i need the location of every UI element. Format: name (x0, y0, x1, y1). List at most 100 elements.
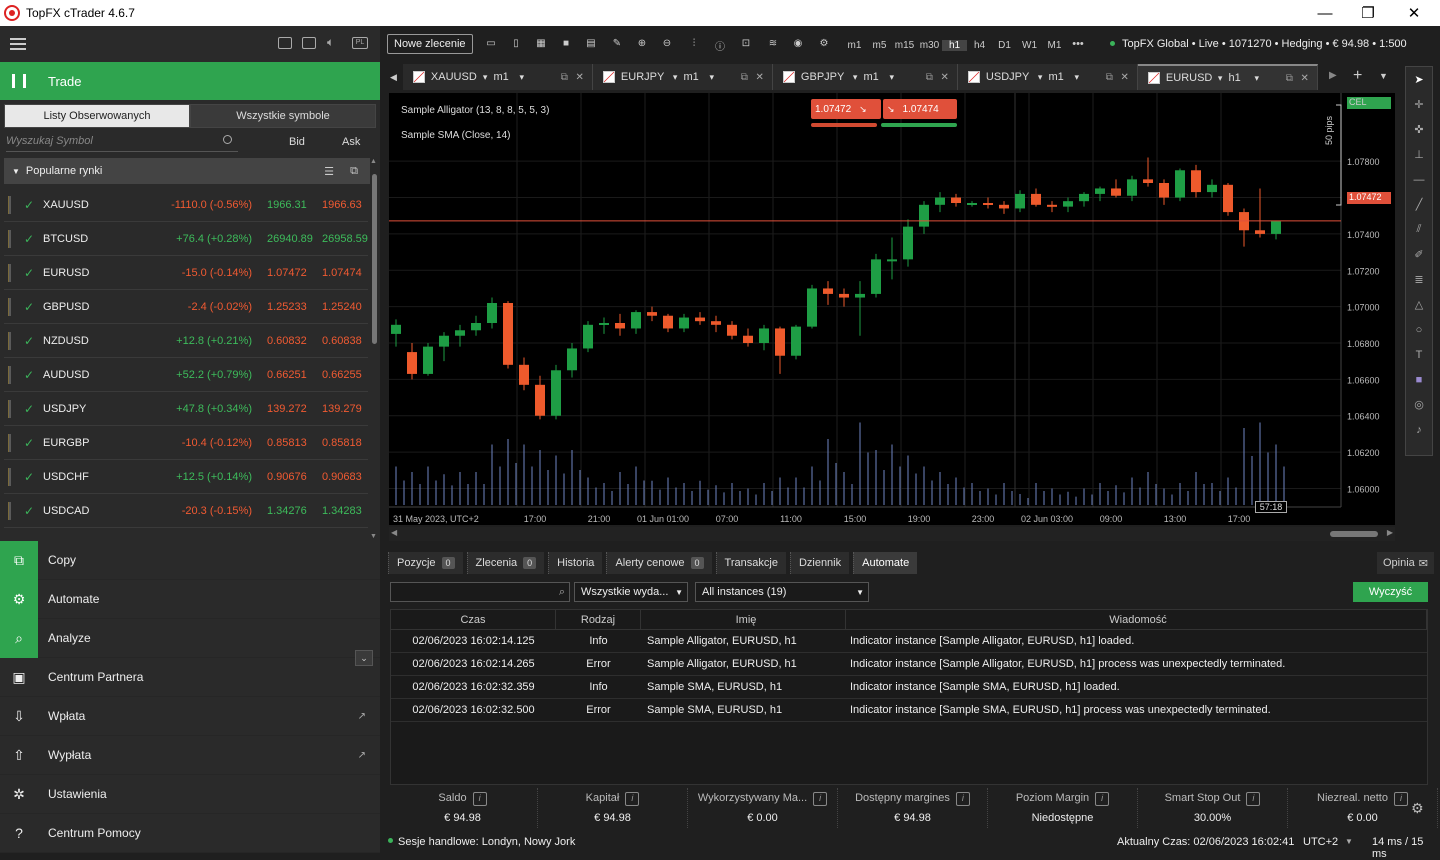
timeframe-m5[interactable]: m5 (867, 40, 892, 51)
chart-tab-timeframe[interactable]: m1 (863, 71, 889, 83)
robot-icon[interactable]: ⊡ (739, 38, 753, 50)
nav-copy[interactable]: ⧉ Copy (0, 540, 380, 580)
instances-select[interactable]: All instances (19) ▼ (695, 582, 869, 602)
ask-price[interactable]: 1.34283 (322, 505, 362, 517)
log-search-icon[interactable]: ⌕ (559, 586, 565, 599)
close-tab-icon[interactable]: ✕ (576, 72, 584, 83)
tab-scroll-left-icon[interactable]: ◀ (382, 64, 403, 90)
check-icon[interactable]: ✓ (24, 300, 34, 314)
timeframe-m30[interactable]: m30 (917, 40, 942, 51)
brush-icon[interactable]: ✐ (1406, 242, 1432, 267)
check-icon[interactable]: ✓ (24, 402, 34, 416)
add-chart-icon[interactable]: + (1353, 67, 1362, 85)
close-tab-icon[interactable]: ✕ (756, 72, 764, 83)
sell-button[interactable]: 1.07472 ↘ (811, 99, 881, 119)
hscroll-thumb[interactable] (1330, 531, 1378, 537)
chart-hscroll[interactable]: ◀ ▶ (389, 527, 1395, 541)
tab-alerty-cenowe[interactable]: Alerty cenowe 0 (606, 552, 712, 574)
trend-line-icon[interactable]: ╱ (1406, 192, 1432, 217)
chart-type-icon[interactable]: ▭ (484, 38, 498, 50)
symbol-dropdown-icon[interactable]: ▾ (673, 72, 678, 83)
scroll-up-icon[interactable]: ▲ (370, 158, 377, 165)
popout-icon[interactable]: ⧉ (926, 72, 933, 83)
watchlist-row[interactable]: ✓ NZDUSD +12.8 (+0.21%) 0.60832 0.60838 (4, 324, 368, 358)
watchlist-row[interactable]: ✓ XAUUSD -1110.0 (-0.56%) 1966.31 1966.63 (4, 188, 368, 222)
event-type-select[interactable]: Wszystkie wyda... ▼ (574, 582, 688, 602)
tab-zlecenia[interactable]: Zlecenia 0 (466, 552, 545, 574)
col-time[interactable]: Czas (391, 610, 556, 629)
watchlist-row[interactable]: ✓ USDCHF +12.5 (+0.14%) 0.90676 0.90683 (4, 460, 368, 494)
watchlist-row[interactable]: ✓ USDCAD -20.3 (-0.15%) 1.34276 1.34283 (4, 494, 368, 528)
watchlist-row[interactable]: ✓ AUDUSD +52.2 (+0.79%) 0.66251 0.66255 (4, 358, 368, 392)
bid-price[interactable]: 0.85813 (267, 437, 307, 449)
check-icon[interactable]: ✓ (24, 436, 34, 450)
col-type[interactable]: Rodzaj (556, 610, 641, 629)
timeframe-m1[interactable]: m1 (842, 40, 867, 51)
pitchfork-icon[interactable]: ⫽ (1406, 217, 1432, 242)
check-icon[interactable]: ✓ (24, 334, 34, 348)
timeframe-M1[interactable]: M1 (1042, 40, 1067, 51)
summary-label[interactable]: Wykorzystywany Ma... (698, 792, 827, 806)
summary-label[interactable]: Saldo (438, 792, 486, 806)
new-order-button[interactable]: Nowe zlecenie (387, 34, 473, 54)
nav-automate[interactable]: ⚙ Automate (0, 579, 380, 619)
target-label[interactable]: CEL (1347, 97, 1391, 109)
bid-price[interactable]: 1.25233 (267, 301, 307, 313)
summary-label[interactable]: Poziom Margin (1016, 792, 1109, 806)
log-row[interactable]: 02/06/2023 16:02:32.500 Error Sample SMA, … (391, 699, 1427, 722)
more-icon[interactable]: ••• (1068, 38, 1088, 50)
tab-pozycje[interactable]: Pozycje 0 (388, 552, 463, 574)
tab-historia[interactable]: Historia (548, 552, 603, 574)
timeframe-dropdown-icon[interactable]: ▾ (709, 72, 714, 83)
row-grip-icon[interactable] (8, 400, 11, 418)
cursor-icon[interactable]: ➤ (1406, 67, 1432, 92)
bid-price[interactable]: 1.34276 (267, 505, 307, 517)
row-grip-icon[interactable] (8, 434, 11, 452)
check-icon[interactable]: ✓ (24, 266, 34, 280)
timeframe-dropdown-icon[interactable]: ▾ (1074, 72, 1079, 83)
watchlist-row[interactable]: ✓ USDJPY +47.8 (+0.34%) 139.272 139.279 (4, 392, 368, 426)
ask-price[interactable]: 1966.63 (322, 199, 362, 211)
symbol-dropdown-icon[interactable]: ▾ (853, 72, 858, 83)
nav-centrum-partnera[interactable]: ▣ Centrum Partnera (0, 658, 380, 697)
fundamentals-icon[interactable]: ⓘ (713, 38, 727, 53)
log-row[interactable]: 02/06/2023 16:02:14.125 Info Sample Alliga… (391, 630, 1427, 653)
chart-tab-timeframe[interactable]: h1 (1228, 72, 1254, 84)
buy-button[interactable]: ↘ 1.07474 (883, 99, 957, 119)
ellipse-icon[interactable]: ○ (1406, 317, 1432, 342)
crosshair-alt-icon[interactable]: ✜ (1406, 117, 1432, 142)
bid-price[interactable]: 26940.89 (267, 233, 313, 245)
split-chart-icon[interactable]: ▤ (584, 38, 598, 50)
maximize-button[interactable]: ❐ (1345, 0, 1391, 26)
camera-icon[interactable]: ◎ (1406, 392, 1432, 417)
symbol-search-input[interactable]: Wyszukaj Symbol (6, 132, 238, 152)
close-tab-icon[interactable]: ✕ (1121, 72, 1129, 83)
row-grip-icon[interactable] (8, 366, 11, 384)
row-grip-icon[interactable] (8, 468, 11, 486)
tab-dziennik[interactable]: Dziennik (789, 552, 850, 574)
chart-tab-eurusd[interactable]: EURUSD ▾ h1 ▾ ⧉ ✕ (1137, 64, 1318, 90)
chart-tab-xauusd[interactable]: XAUUSD ▾ m1 ▾ ⧉ ✕ (402, 64, 593, 90)
ask-price[interactable]: 0.90683 (322, 471, 362, 483)
chart-tab-timeframe[interactable]: m1 (1048, 71, 1074, 83)
watchlist-row[interactable]: ✓ BTCUSD +76.4 (+0.28%) 26940.89 26958.59 (4, 222, 368, 256)
ask-price[interactable]: 139.279 (322, 403, 362, 415)
close-tab-icon[interactable]: ✕ (1301, 73, 1309, 84)
watchlist-scrollbar[interactable]: ▲ ▼ (370, 158, 378, 540)
row-grip-icon[interactable] (8, 230, 11, 248)
chart-tab-usdjpy[interactable]: USDJPY ▾ m1 ▾ ⧉ ✕ (957, 64, 1138, 90)
grid-layout-icon[interactable]: ▦ (534, 38, 548, 50)
layers-icon[interactable]: ≋ (766, 38, 780, 50)
window-mode-icon[interactable] (302, 37, 316, 49)
fibonacci-icon[interactable]: ≣ (1406, 267, 1432, 292)
group-popular-markets[interactable]: ▼ Popularne rynki ☰ ⧉ (4, 158, 370, 184)
list-view-icon[interactable]: ☰ (324, 165, 334, 178)
popout-icon[interactable]: ⧉ (1286, 73, 1293, 84)
close-tab-icon[interactable]: ✕ (941, 72, 949, 83)
rectangle-icon[interactable]: ■ (1406, 367, 1432, 392)
account-info[interactable]: TopFX Global • Live • 1071270 • Hedging … (1110, 38, 1407, 50)
check-icon[interactable]: ✓ (24, 504, 34, 518)
collapse-triangle-icon[interactable]: ▼ (12, 167, 20, 176)
bid-price[interactable]: 0.60832 (267, 335, 307, 347)
clear-button[interactable]: Wyczyść (1353, 582, 1428, 602)
